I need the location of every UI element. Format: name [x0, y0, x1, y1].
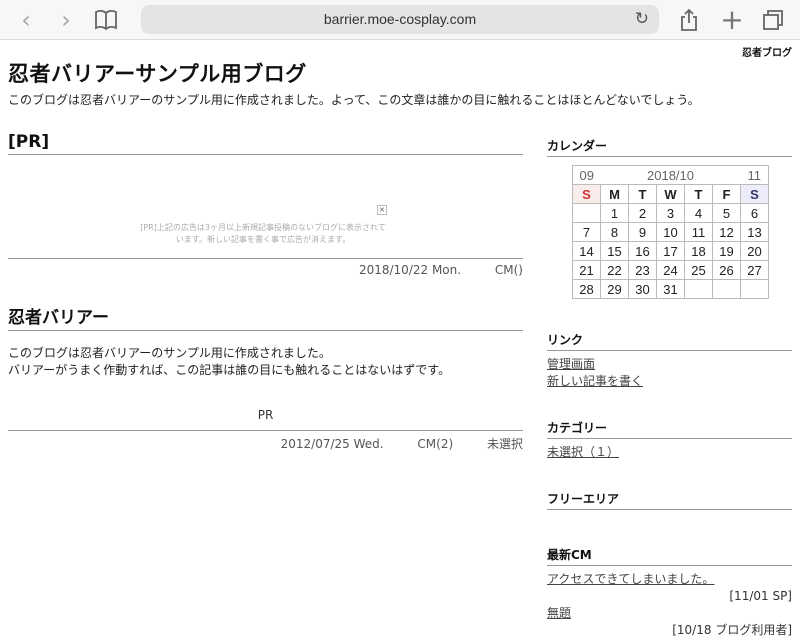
calendar-day: 17 [656, 241, 685, 261]
calendar-day: 13 [740, 222, 769, 242]
calendar-prev-month[interactable]: 09 [572, 165, 601, 185]
calendar-title: カレンダー [547, 137, 792, 157]
calendar-day: 26 [712, 260, 741, 280]
links-section: リンク 管理画面 新しい記事を書く [547, 331, 792, 390]
calendar-day: 7 [572, 222, 601, 242]
calendar-day: 12 [712, 222, 741, 242]
tabs-icon[interactable] [760, 6, 786, 34]
calendar-day: 11 [684, 222, 713, 242]
link-admin[interactable]: 管理画面 [547, 356, 792, 373]
calendar-day: 2 [628, 203, 657, 223]
weekday-sat: S [740, 184, 769, 204]
calendar-day: 24 [656, 260, 685, 280]
main-column: [PR] × [PR]上記の広告は3ヶ月以上新規記事投稿のないブログに表示されて… [8, 132, 523, 453]
pr-entry: [PR] × [PR]上記の広告は3ヶ月以上新規記事投稿のないブログに表示されて… [8, 132, 523, 281]
entry-pr-label: PR [8, 408, 523, 431]
calendar-day: 28 [572, 279, 601, 299]
recent-comment-meta: [11/01 SP] [729, 589, 792, 603]
calendar-day [572, 203, 601, 223]
entry-footer: 2012/07/25 Wed. CM(2) 未選択 [8, 431, 523, 453]
bookmarks-icon[interactable] [92, 6, 120, 34]
pr-entry-comments[interactable]: CM() [495, 263, 523, 277]
calendar-day: 15 [600, 241, 629, 261]
browser-toolbar: ‹ › barrier.moe-cosplay.com ↻ + [0, 0, 800, 40]
blog-description: このブログは忍者バリアーのサンプル用に作成されました。よって、この文章は誰かの目… [8, 93, 700, 107]
links-title: リンク [547, 331, 792, 351]
calendar-day: 3 [656, 203, 685, 223]
sidebar: カレンダー 09 2018/10 11 S M T W T F S 1 2 3 … [547, 137, 792, 639]
address-bar[interactable]: barrier.moe-cosplay.com ↻ [141, 5, 659, 34]
weekday-fri: F [712, 184, 741, 204]
blog-entry: 忍者バリアー このブログは忍者バリアーのサンプル用に作成されました。 バリアーが… [8, 303, 523, 453]
calendar-day: 19 [712, 241, 741, 261]
link-new-post[interactable]: 新しい記事を書く [547, 373, 792, 390]
categories-section: カテゴリー 未選択（１） [547, 419, 792, 461]
pr-entry-footer: 2018/10/22 Mon. CM() [8, 259, 523, 281]
calendar-day: 20 [740, 241, 769, 261]
categories-title: カテゴリー [547, 419, 792, 439]
entry-date: 2012/07/25 Wed. [280, 437, 384, 451]
category-item[interactable]: 未選択（１） [547, 444, 792, 461]
recent-comment-meta: [10/18 ブログ利用者] [672, 623, 792, 637]
calendar-day [684, 279, 713, 299]
weekday-sun: S [572, 184, 601, 204]
calendar-day [740, 279, 769, 299]
calendar-next-month[interactable]: 11 [740, 165, 769, 185]
calendar-day: 5 [712, 203, 741, 223]
recent-comments-section: 最新CM アクセスできてしまいました。 [11/01 SP] 無題 [10/18… [547, 546, 792, 639]
calendar-day: 30 [628, 279, 657, 299]
entry-body-line: バリアーがうまく作動すれば、この記事は誰の目にも触れることはないはずです。 [8, 363, 451, 377]
back-icon[interactable]: ‹ [14, 6, 38, 34]
entry-comments[interactable]: CM(2) [417, 437, 453, 451]
ninja-blog-logo[interactable]: 忍者ブログ [742, 44, 792, 59]
calendar-day: 21 [572, 260, 601, 280]
calendar-day: 18 [684, 241, 713, 261]
calendar-day [712, 279, 741, 299]
calendar-day: 31 [656, 279, 685, 299]
pr-ad-box: × [PR]上記の広告は3ヶ月以上新規記事投稿のないブログに表示されています。新… [8, 155, 523, 259]
recent-comment-link[interactable]: アクセスできてしまいました。 [547, 571, 792, 588]
calendar-day: 1 [600, 203, 629, 223]
free-area-title: フリーエリア [547, 490, 792, 510]
calendar-day: 29 [600, 279, 629, 299]
reload-icon[interactable]: ↻ [635, 9, 649, 29]
calendar-day: 27 [740, 260, 769, 280]
calendar-day: 8 [600, 222, 629, 242]
entry-body-line: このブログは忍者バリアーのサンプル用に作成されました。 [8, 346, 331, 360]
calendar-day: 16 [628, 241, 657, 261]
calendar-day: 10 [656, 222, 685, 242]
weekday-wed: W [656, 184, 685, 204]
weekday-tue: T [628, 184, 657, 204]
entry-body: このブログは忍者バリアーのサンプル用に作成されました。 バリアーがうまく作動すれ… [8, 331, 523, 379]
pr-entry-title: [PR] [8, 132, 523, 155]
recent-comments-title: 最新CM [547, 546, 792, 566]
recent-comment-link[interactable]: 無題 [547, 605, 792, 622]
calendar: 09 2018/10 11 S M T W T F S 1 2 3 4 5 6 … [572, 165, 769, 299]
weekday-thu: T [684, 184, 713, 204]
url-text: barrier.moe-cosplay.com [323, 11, 477, 27]
calendar-day: 9 [628, 222, 657, 242]
share-icon[interactable] [678, 6, 700, 34]
calendar-day: 6 [740, 203, 769, 223]
calendar-day: 22 [600, 260, 629, 280]
calendar-day: 14 [572, 241, 601, 261]
new-tab-icon[interactable]: + [720, 6, 744, 34]
calendar-day: 4 [684, 203, 713, 223]
blog-title[interactable]: 忍者バリアーサンプル用ブログ [8, 58, 307, 88]
weekday-mon: M [600, 184, 629, 204]
pr-entry-date: 2018/10/22 Mon. [358, 263, 462, 277]
forward-icon[interactable]: › [54, 6, 78, 34]
calendar-day: 25 [684, 260, 713, 280]
close-icon[interactable]: × [377, 205, 387, 215]
free-area-section: フリーエリア [547, 490, 792, 510]
calendar-current-month: 2018/10 [600, 165, 741, 185]
pr-ad-notice: [PR]上記の広告は3ヶ月以上新規記事投稿のないブログに表示されています。新しい… [140, 223, 386, 244]
entry-title[interactable]: 忍者バリアー [8, 303, 523, 331]
entry-category[interactable]: 未選択 [487, 437, 523, 451]
calendar-day: 23 [628, 260, 657, 280]
